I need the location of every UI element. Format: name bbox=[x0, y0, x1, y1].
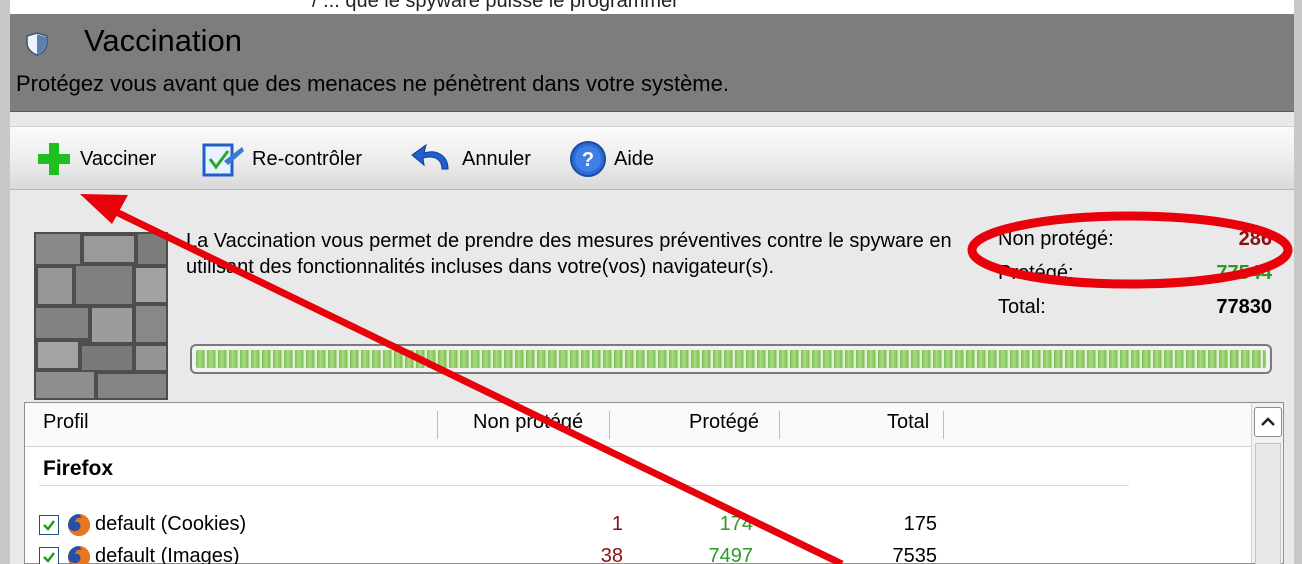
shield-icon bbox=[26, 32, 48, 56]
recheck-label: Re-contrôler bbox=[252, 147, 363, 170]
top-fragment-strip: / ... que le spyware puisse le programme… bbox=[0, 0, 1302, 14]
toolbar: Vacciner Re-contrôler Annuler ? Aide bbox=[10, 126, 1294, 190]
help-button[interactable]: ? Aide bbox=[568, 127, 654, 191]
column-header-protected[interactable]: Protégé bbox=[689, 411, 759, 434]
svg-text:?: ? bbox=[582, 149, 594, 171]
stat-protected: Protégé: 77544 bbox=[998, 262, 1272, 296]
stat-total-label: Total: bbox=[998, 296, 1046, 318]
row-checkbox[interactable] bbox=[39, 515, 59, 535]
stone-wall-image bbox=[34, 232, 168, 400]
row-unprotected: 38 bbox=[600, 545, 623, 564]
row-protected: 7497 bbox=[708, 545, 754, 564]
row-profile-name: default (Cookies) bbox=[95, 513, 247, 535]
column-separator bbox=[943, 411, 944, 439]
table-header: Profil Non protégé Protégé Total bbox=[25, 403, 1251, 447]
vaccination-window: / ... que le spyware puisse le programme… bbox=[0, 0, 1302, 564]
row-protected: 174 bbox=[719, 513, 753, 535]
row-total: 175 bbox=[903, 513, 937, 535]
stat-protected-value: 77544 bbox=[1216, 262, 1272, 284]
vaccinate-label: Vacciner bbox=[80, 147, 157, 170]
stats-panel: Non protégé: 286 Protégé: 77544 Total: 7… bbox=[998, 228, 1272, 330]
stat-unprotected: Non protégé: 286 bbox=[998, 228, 1272, 262]
scroll-up-button[interactable] bbox=[1254, 407, 1282, 437]
column-header-unprotected[interactable]: Non protégé bbox=[473, 411, 583, 434]
window-border-left bbox=[0, 0, 10, 564]
column-header-total[interactable]: Total bbox=[887, 411, 929, 434]
vaccinate-button[interactable]: Vacciner bbox=[34, 127, 156, 191]
window-border-right bbox=[1294, 0, 1302, 564]
help-icon: ? bbox=[570, 141, 606, 177]
table-row[interactable]: default (Images) 38 7497 7535 bbox=[25, 545, 1251, 564]
progress-fill bbox=[196, 350, 1266, 368]
stat-unprotected-value: 286 bbox=[1238, 228, 1272, 250]
undo-button[interactable]: Annuler bbox=[408, 127, 531, 191]
column-separator bbox=[779, 411, 780, 439]
firefox-icon bbox=[68, 514, 90, 536]
checkmark-icon bbox=[43, 520, 55, 531]
page-title: Vaccination bbox=[84, 23, 242, 58]
vertical-scrollbar[interactable] bbox=[1251, 403, 1283, 564]
undo-label: Annuler bbox=[462, 147, 531, 170]
column-separator bbox=[609, 411, 610, 439]
firefox-icon bbox=[68, 546, 90, 564]
recheck-button[interactable]: Re-contrôler bbox=[200, 127, 362, 191]
help-label: Aide bbox=[614, 147, 655, 170]
row-checkbox[interactable] bbox=[39, 547, 59, 564]
table-row[interactable]: default (Cookies) 1 174 175 bbox=[25, 513, 1251, 543]
stat-protected-label: Protégé: bbox=[998, 262, 1074, 284]
chevron-up-icon bbox=[1261, 417, 1275, 426]
scroll-thumb[interactable] bbox=[1255, 443, 1281, 564]
column-header-profile[interactable]: Profil bbox=[43, 411, 89, 434]
protection-progress-bar bbox=[190, 344, 1272, 374]
recheck-icon bbox=[202, 143, 244, 177]
profile-table: Profil Non protégé Protégé Total Firefox… bbox=[24, 402, 1284, 564]
annotation-arrow-head bbox=[80, 194, 128, 224]
row-unprotected: 1 bbox=[611, 513, 623, 535]
row-total: 7535 bbox=[892, 545, 938, 564]
group-header-firefox: Firefox bbox=[43, 457, 114, 480]
row-profile-name: default (Images) bbox=[95, 545, 240, 564]
group-divider bbox=[39, 485, 1129, 486]
top-fragment-text: / ... que le spyware puisse le programme… bbox=[312, 0, 679, 12]
page-subtitle: Protégez vous avant que des menaces ne p… bbox=[16, 71, 729, 96]
undo-arrow-icon bbox=[411, 143, 449, 170]
stat-unprotected-label: Non protégé: bbox=[998, 228, 1114, 250]
stat-total: Total: 77830 bbox=[998, 296, 1272, 330]
plus-icon bbox=[38, 143, 70, 175]
checkmark-icon bbox=[43, 552, 55, 563]
page-header: Vaccination Protégez vous avant que des … bbox=[10, 14, 1294, 112]
vaccination-description: La Vaccination vous permet de prendre de… bbox=[186, 230, 952, 278]
column-separator bbox=[437, 411, 438, 439]
stat-total-value: 77830 bbox=[1216, 296, 1272, 318]
